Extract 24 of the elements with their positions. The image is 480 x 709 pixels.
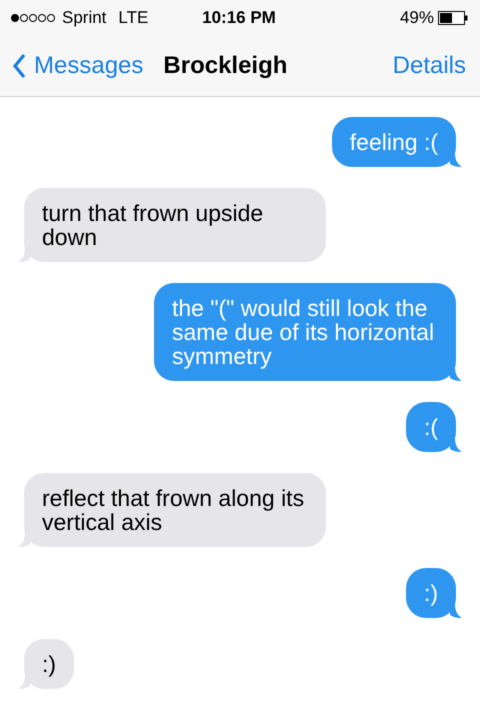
status-time: 10:16 PM bbox=[202, 8, 276, 28]
battery-icon bbox=[438, 11, 468, 25]
details-link[interactable]: Details bbox=[392, 52, 466, 80]
bubble-tail-icon bbox=[450, 367, 462, 381]
received-message: :) bbox=[24, 639, 74, 689]
bubble-tail-icon bbox=[18, 248, 30, 262]
received-message: reflect that frown along its vertical axis bbox=[24, 473, 326, 547]
received-message: turn that frown upside down bbox=[24, 188, 326, 262]
sent-message: the "(" would still look the same due of its horizontal symmetry bbox=[154, 283, 456, 381]
carrier-name: Sprint bbox=[62, 8, 106, 28]
bubble-tail-icon bbox=[450, 153, 462, 167]
bubble-tail-icon bbox=[18, 675, 30, 689]
back-chevron-icon bbox=[12, 53, 26, 79]
bubble-tail-icon bbox=[450, 604, 462, 618]
network-type: LTE bbox=[118, 8, 148, 28]
battery-percent: 49% bbox=[400, 8, 434, 28]
contact-name: Brockleigh bbox=[163, 52, 288, 80]
bubble-tail-icon bbox=[450, 438, 462, 452]
sent-message: :( bbox=[406, 402, 456, 452]
sent-message: feeling :( bbox=[332, 117, 456, 167]
sent-message: :) bbox=[406, 568, 456, 618]
back-button[interactable]: Messages bbox=[12, 52, 144, 80]
signal-icon bbox=[10, 13, 56, 23]
bubble-tail-icon bbox=[18, 533, 30, 547]
